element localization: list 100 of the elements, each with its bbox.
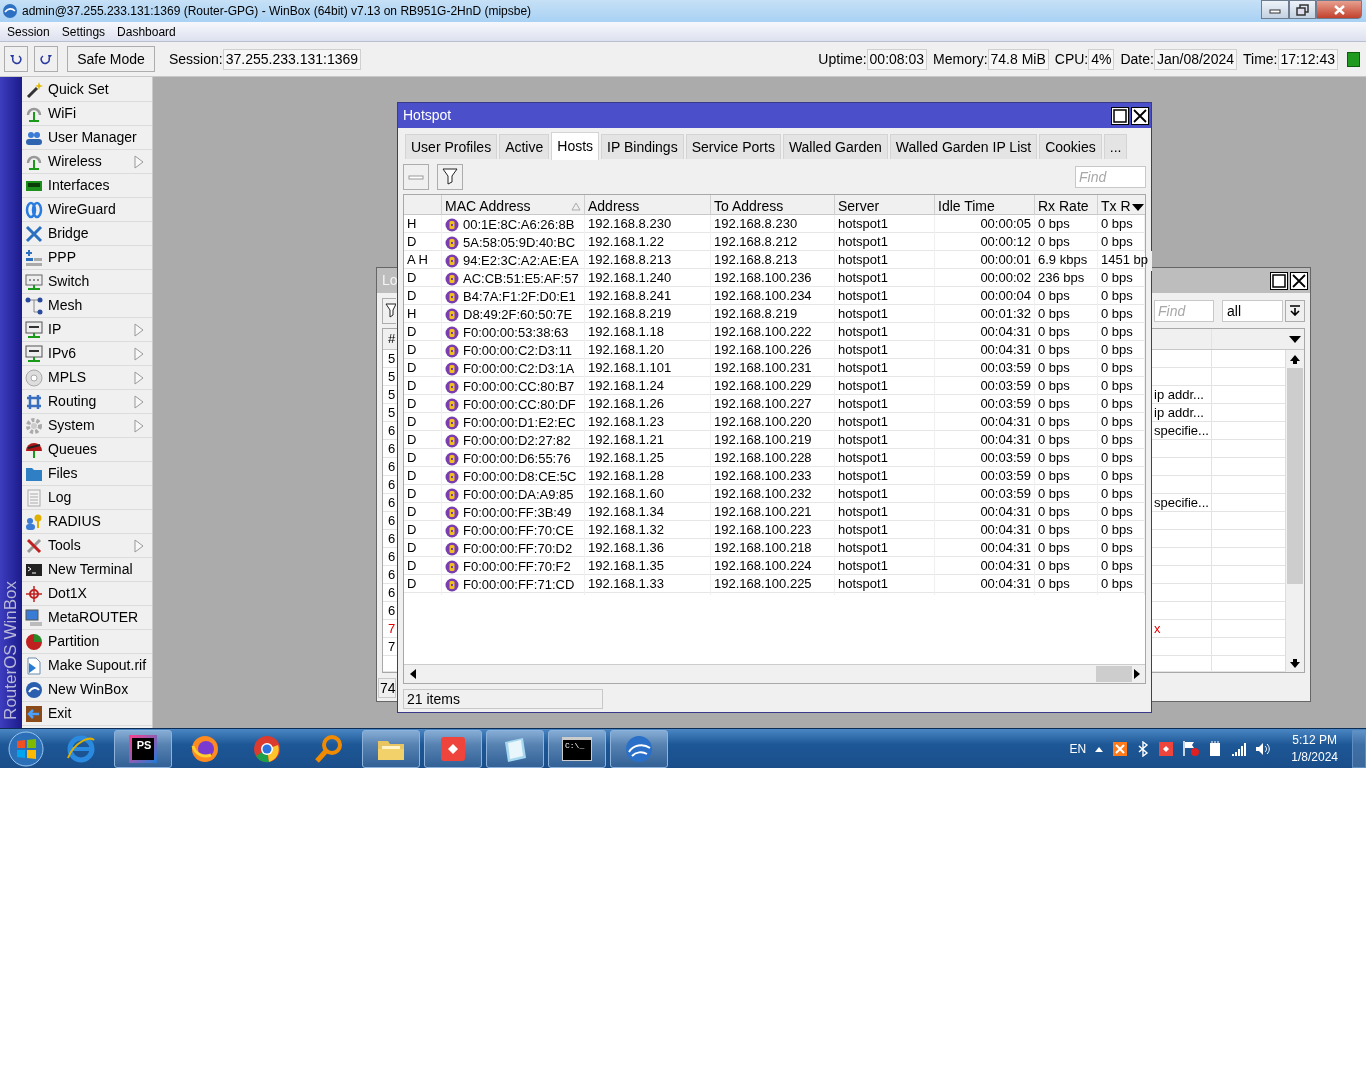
column-header[interactable]: Address <box>588 196 640 217</box>
jump-to-end-button[interactable] <box>1285 299 1305 322</box>
menu-item[interactable]: Exit <box>22 702 152 726</box>
menu-item[interactable]: PPP <box>22 246 152 270</box>
menu-item[interactable]: User Manager <box>22 126 152 150</box>
filter-button[interactable] <box>437 163 463 190</box>
undo-button[interactable] <box>4 46 28 72</box>
menu-item[interactable]: Dot1X <box>22 582 152 606</box>
magnifier-icon <box>314 733 344 764</box>
column-header[interactable]: Server <box>838 196 880 217</box>
close-button[interactable] <box>1131 106 1149 125</box>
tab[interactable]: Hosts <box>551 132 600 160</box>
table-cell: 0 bps <box>1035 575 1098 595</box>
menu-item[interactable]: Partition <box>22 630 152 654</box>
menu-item[interactable]: New Terminal <box>22 558 152 582</box>
taskbar-button[interactable] <box>486 729 544 768</box>
restore-button[interactable] <box>1289 0 1316 19</box>
tab[interactable]: ... <box>1103 134 1128 159</box>
taskbar-button[interactable] <box>610 729 668 768</box>
menu-item[interactable]: Settings <box>55 22 112 41</box>
menu-item[interactable]: Tools <box>22 534 152 558</box>
table-cell: 0 bps <box>1035 521 1098 541</box>
menu-item[interactable]: Wireless <box>22 150 152 174</box>
dome-icon <box>25 440 43 459</box>
menu-item[interactable]: Queues <box>22 438 152 462</box>
tab[interactable]: IP Bindings <box>601 134 684 159</box>
clock-time[interactable]: 5:12 PM <box>1292 731 1337 749</box>
host-icon <box>445 217 459 232</box>
menu-item[interactable]: Dashboard <box>111 22 182 41</box>
menu-item[interactable]: Quick Set <box>22 78 152 102</box>
menu-item[interactable]: RADIUS <box>22 510 152 534</box>
menu-item[interactable]: Log <box>22 486 152 510</box>
table-cell: D <box>404 557 442 577</box>
filter-button[interactable] <box>382 297 396 324</box>
taskbar-button[interactable] <box>362 729 420 768</box>
table-cell: hotspot1 <box>835 521 935 541</box>
taskbar-button[interactable]: PS <box>114 729 172 768</box>
menu-item[interactable]: Session <box>1 22 56 41</box>
menu-item[interactable]: WireGuard <box>22 198 152 222</box>
find-field[interactable]: Find <box>1154 299 1214 322</box>
column-header[interactable]: Tx R <box>1101 196 1131 217</box>
menu-item[interactable]: Mesh <box>22 294 152 318</box>
menu-item[interactable]: System <box>22 414 152 438</box>
table-cell: A H <box>404 251 442 271</box>
column-header[interactable]: To Address <box>714 196 784 217</box>
clock-date[interactable]: 1/8/2024 <box>1291 748 1338 766</box>
tray-app-icon[interactable] <box>1112 740 1129 757</box>
tab[interactable]: Walled Garden <box>782 134 888 159</box>
menu-item[interactable]: New WinBox <box>22 678 152 702</box>
tab[interactable]: Cookies <box>1039 134 1102 159</box>
menu-item[interactable]: Routing <box>22 390 152 414</box>
maximize-button[interactable] <box>1270 271 1288 290</box>
column-header[interactable]: MAC Address <box>445 196 531 217</box>
close-button[interactable] <box>1290 271 1308 290</box>
table-cell: 192.168.1.33 <box>585 575 711 595</box>
signal-icon[interactable] <box>1231 740 1248 757</box>
menu-item[interactable]: WiFi <box>22 102 152 126</box>
scrollbar-thumb[interactable] <box>1287 368 1303 584</box>
maximize-button[interactable] <box>1111 106 1129 125</box>
scroll-up-icon <box>1288 353 1301 365</box>
tab[interactable]: Active <box>499 134 550 159</box>
scroll-down-icon <box>1288 657 1301 669</box>
taskbar-button[interactable]: C:\_ <box>548 729 606 768</box>
table-cell: 0 bps <box>1098 233 1145 253</box>
menu-item[interactable]: IPv6 <box>22 342 152 366</box>
column-header[interactable]: Rx Rate <box>1038 196 1089 217</box>
host-icon <box>445 577 459 592</box>
menu-item[interactable]: Switch <box>22 270 152 294</box>
nodes-icon <box>25 296 43 315</box>
tab[interactable]: Walled Garden IP List <box>889 134 1038 159</box>
filter-dropdown[interactable]: all <box>1222 299 1283 322</box>
tab[interactable]: User Profiles <box>405 134 498 159</box>
menu-item[interactable]: MetaROUTER <box>22 606 152 630</box>
status-value: Jan/08/2024 <box>1153 48 1237 70</box>
menu-item[interactable]: MPLS <box>22 366 152 390</box>
column-header[interactable]: Idle Time <box>938 196 995 217</box>
table-cell: 192.168.100.229 <box>711 377 835 397</box>
menu-item[interactable]: Interfaces <box>22 174 152 198</box>
column-header[interactable]: # <box>383 329 396 349</box>
table-cell: 00:04:31 <box>935 341 1035 361</box>
table-cell: 192.168.100.223 <box>711 521 835 541</box>
tab[interactable]: Service Ports <box>685 134 781 159</box>
table-cell: D <box>404 431 442 451</box>
find-field[interactable]: Find <box>1075 165 1146 188</box>
table-cell: D <box>404 377 442 397</box>
language-indicator[interactable]: EN <box>1069 739 1087 758</box>
menu-item[interactable]: Bridge <box>22 222 152 246</box>
table-cell: 0 bps <box>1035 413 1098 433</box>
table-cell: 0 bps <box>1035 449 1098 469</box>
menu-item[interactable]: Make Supout.rif <box>22 654 152 678</box>
flag-icon[interactable] <box>1182 740 1200 757</box>
scrollbar-thumb[interactable] <box>1096 666 1132 682</box>
minimize-button[interactable] <box>1261 0 1289 19</box>
menu-item[interactable]: IP <box>22 318 152 342</box>
redo-button[interactable] <box>34 46 58 72</box>
safe-mode-button[interactable]: Safe Mode <box>67 46 155 72</box>
table-cell-text: F0:00:00:FF:3B:49 <box>463 504 572 522</box>
table-cell: D <box>404 467 442 487</box>
taskbar-button[interactable] <box>424 729 482 768</box>
menu-item[interactable]: Files <box>22 462 152 486</box>
